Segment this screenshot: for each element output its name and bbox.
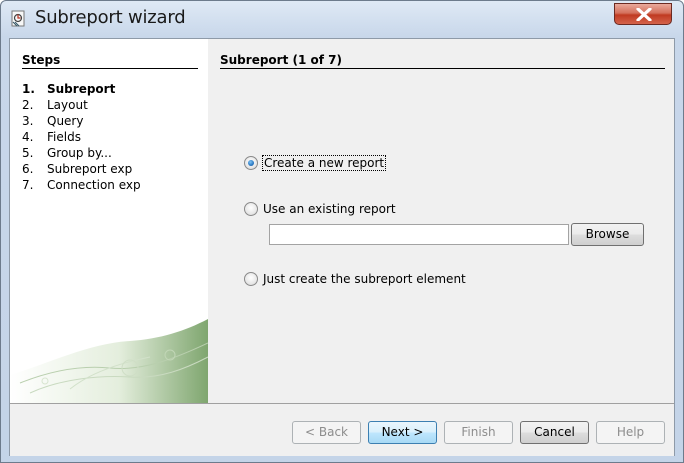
cancel-button[interactable]: Cancel	[520, 421, 589, 444]
wizard-button-bar: < Back Next > Finish Cancel Help	[10, 404, 674, 456]
steps-list: 1. Subreport 2. Layout 3. Query 4. Fields 5.…	[22, 81, 141, 193]
radio-button-selected[interactable]	[244, 156, 258, 170]
next-button[interactable]: Next >	[368, 421, 437, 444]
steps-panel: Steps 1. Subreport 2. Layout 3. Query 4. Fie…	[10, 39, 208, 403]
use-existing-report-label[interactable]: Use an existing report	[263, 202, 396, 216]
radio-button[interactable]	[244, 202, 258, 216]
help-button[interactable]: Help	[596, 421, 665, 444]
step-item: 5. Group by...	[22, 146, 112, 160]
app-icon	[10, 10, 28, 28]
step-item: 4. Fields	[22, 130, 81, 144]
step-item: 7. Connection exp	[22, 178, 141, 192]
close-button[interactable]	[614, 3, 672, 25]
existing-report-path-input[interactable]	[269, 224, 569, 245]
finish-button[interactable]: Finish	[444, 421, 513, 444]
step-item: 1. Subreport	[22, 82, 116, 96]
radio-button[interactable]	[244, 272, 258, 286]
step-content-panel: Subreport (1 of 7) Create a new report U…	[208, 39, 674, 403]
browse-button[interactable]: Browse	[571, 223, 644, 246]
step-item: 2. Layout	[22, 98, 88, 112]
create-new-report-label[interactable]: Create a new report	[261, 155, 387, 171]
back-button[interactable]: < Back	[292, 421, 361, 444]
create-new-report-option[interactable]: Create a new report	[244, 154, 387, 172]
close-icon	[636, 8, 652, 21]
just-create-element-label[interactable]: Just create the subreport element	[263, 272, 466, 286]
just-create-element-option[interactable]: Just create the subreport element	[244, 270, 466, 288]
step-title: Subreport (1 of 7)	[220, 53, 665, 69]
wizard-body: Steps 1. Subreport 2. Layout 3. Query 4. Fie…	[9, 38, 675, 456]
step-item: 6. Subreport exp	[22, 162, 133, 176]
steps-heading: Steps	[22, 53, 198, 69]
title-bar[interactable]: Subreport wizard	[1, 1, 683, 37]
step-item: 3. Query	[22, 114, 84, 128]
decorative-swirl-graphic	[10, 319, 208, 403]
window-title: Subreport wizard	[35, 7, 186, 28]
use-existing-report-option[interactable]: Use an existing report	[244, 200, 396, 218]
wizard-window: Subreport wizard Steps 1. Subreport 2. Lay…	[0, 0, 684, 463]
